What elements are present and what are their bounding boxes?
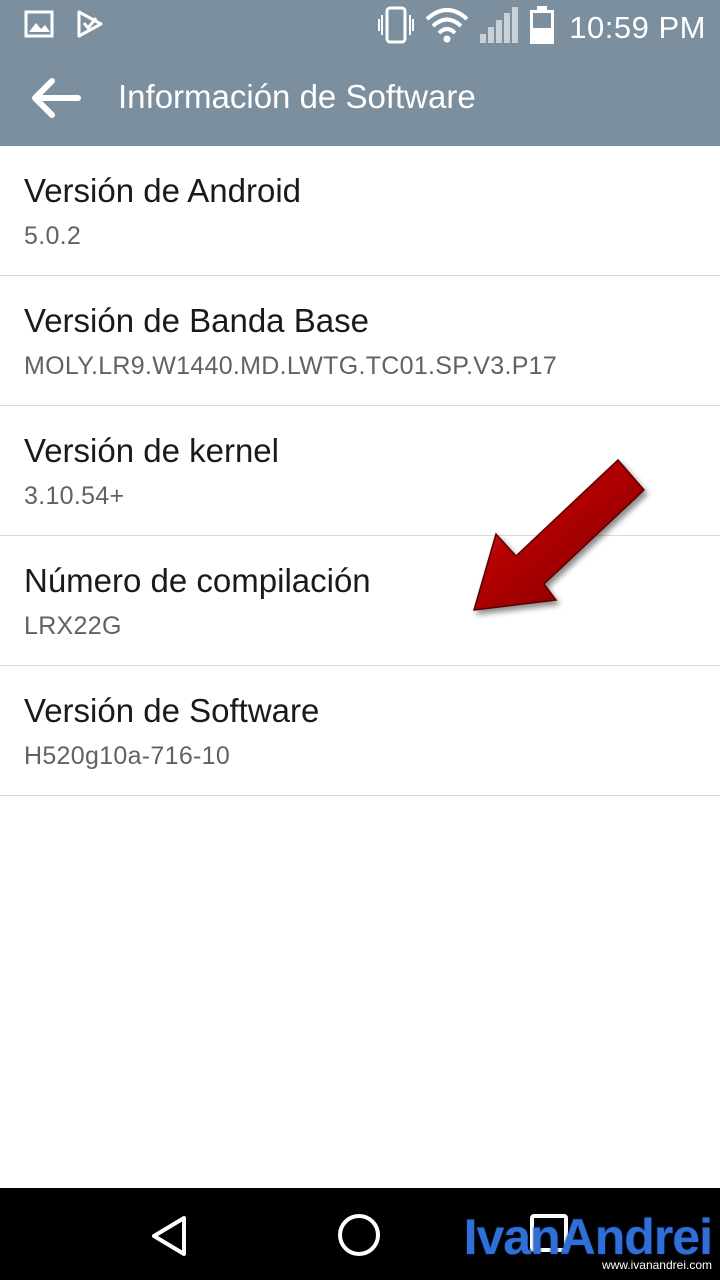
nav-home-button[interactable] [334, 1210, 384, 1260]
item-title: Número de compilación [24, 562, 371, 599]
item-title: Versión de Software [24, 692, 320, 729]
vibrate-icon [377, 5, 415, 50]
item-value: MOLY.LR9.W1440.MD.LWTG.TC01.SP.V3.P17 [24, 352, 558, 380]
app-bar: Información de Software [0, 50, 720, 146]
back-triangle-icon [152, 1216, 186, 1256]
watermark: IvanAndrei www.ivanandrei.com [463, 1209, 713, 1272]
red-arrow-icon [472, 458, 646, 611]
clock: 10:59 PM [569, 9, 706, 45]
item-value: 3.10.54+ [24, 482, 125, 510]
battery-icon [529, 5, 555, 50]
play-store-notification-icon [76, 9, 104, 44]
home-circle-icon [338, 1214, 380, 1256]
status-bar: 10:59 PM [0, 0, 720, 50]
signal-icon [479, 6, 519, 49]
list-item-baseband-version[interactable]: Versión de Banda Base MOLY.LR9.W1440.MD.… [0, 276, 720, 406]
item-value: LRX22G [24, 612, 122, 640]
item-value: H520g10a-716-10 [24, 742, 231, 770]
watermark-logo: IvanAndrei [463, 1209, 713, 1265]
system-status-icons: 10:59 PM [377, 5, 706, 50]
item-title: Versión de Android [24, 172, 302, 209]
list-item-android-version[interactable]: Versión de Android 5.0.2 [0, 146, 720, 276]
wifi-icon [425, 7, 469, 48]
page-title: Información de Software [118, 78, 476, 115]
list-item-software-version[interactable]: Versión de Software H520g10a-716-10 [0, 666, 720, 796]
nav-back-button[interactable] [146, 1212, 194, 1260]
item-title: Versión de kernel [24, 432, 279, 469]
item-value: 5.0.2 [24, 222, 82, 250]
screen: 10:59 PM Información de Software Versión… [0, 0, 720, 1280]
notification-icons [24, 9, 104, 44]
image-notification-icon [24, 10, 54, 43]
item-title: Versión de Banda Base [24, 302, 369, 339]
arrow-back-icon [32, 78, 81, 118]
back-button[interactable] [28, 76, 84, 120]
